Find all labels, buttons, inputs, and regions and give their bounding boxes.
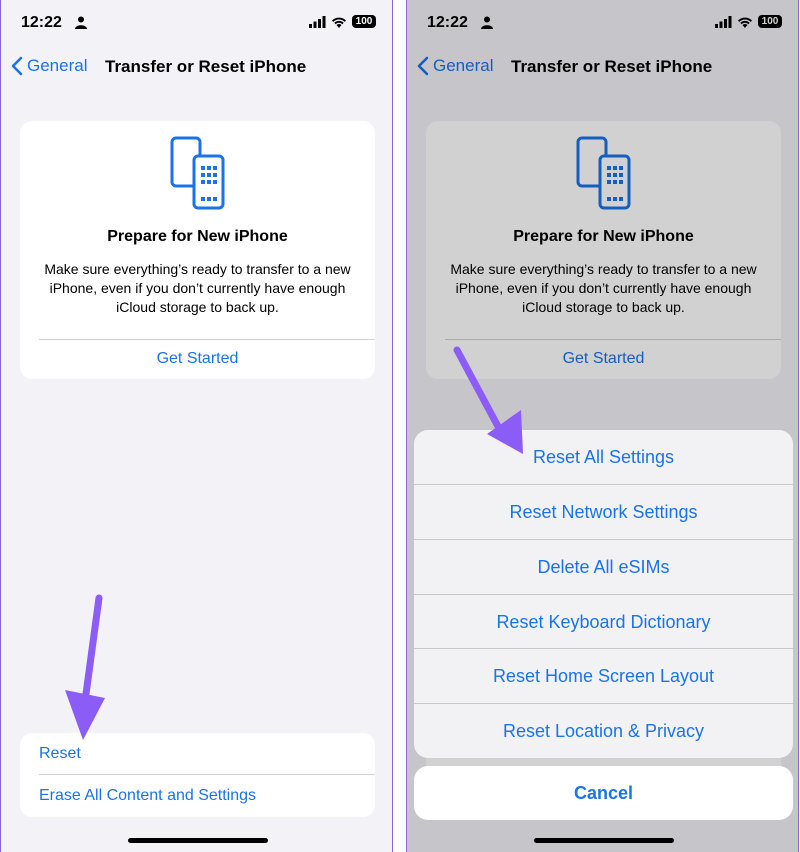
annotation-arrow bbox=[453, 346, 523, 454]
reset-item[interactable]: Reset bbox=[39, 745, 81, 763]
prepare-card: Prepare for New iPhone Make sure everyth… bbox=[20, 121, 375, 379]
battery-icon: 100 bbox=[352, 15, 376, 28]
status-bar: 12:22 100 bbox=[1, 0, 392, 44]
reset-network-settings-option[interactable]: Reset Network Settings bbox=[414, 485, 793, 539]
back-button[interactable]: General bbox=[11, 56, 87, 76]
card-divider bbox=[39, 339, 375, 340]
nav-bar: General Transfer or Reset iPhone bbox=[1, 52, 392, 82]
right-screen: 12:22 100 General Transfer or Reset iPho… bbox=[406, 0, 799, 852]
group-divider bbox=[39, 774, 375, 775]
reset-home-screen-layout-option[interactable]: Reset Home Screen Layout bbox=[414, 649, 793, 703]
get-started-button[interactable]: Get Started bbox=[20, 350, 375, 368]
back-label: General bbox=[27, 56, 88, 75]
status-time: 12:22 bbox=[21, 14, 62, 31]
left-screen: 12:22 100 General Transfer or Reset iPho… bbox=[0, 0, 393, 852]
signal-icon bbox=[309, 15, 326, 28]
reset-keyboard-dictionary-option[interactable]: Reset Keyboard Dictionary bbox=[414, 595, 793, 649]
delete-all-esims-option[interactable]: Delete All eSIMs bbox=[414, 540, 793, 594]
annotation-arrow bbox=[65, 594, 105, 740]
card-description: Make sure everything’s ready to transfer… bbox=[44, 261, 351, 315]
status-icons: 100 bbox=[309, 15, 376, 28]
reset-action-sheet: Reset All Settings Reset Network Setting… bbox=[414, 430, 793, 758]
reset-group: Reset Erase All Content and Settings bbox=[20, 733, 375, 817]
cancel-button[interactable]: Cancel bbox=[414, 766, 793, 820]
card-title: Prepare for New iPhone bbox=[107, 228, 288, 245]
wifi-icon bbox=[332, 17, 346, 28]
phones-transfer-icon bbox=[170, 136, 225, 210]
reset-location-privacy-option[interactable]: Reset Location & Privacy bbox=[414, 704, 793, 758]
page-title: Transfer or Reset iPhone bbox=[105, 57, 307, 76]
erase-all-item[interactable]: Erase All Content and Settings bbox=[39, 787, 256, 805]
chevron-left-icon bbox=[11, 56, 23, 76]
person-icon bbox=[75, 16, 87, 29]
home-indicator bbox=[128, 838, 268, 843]
